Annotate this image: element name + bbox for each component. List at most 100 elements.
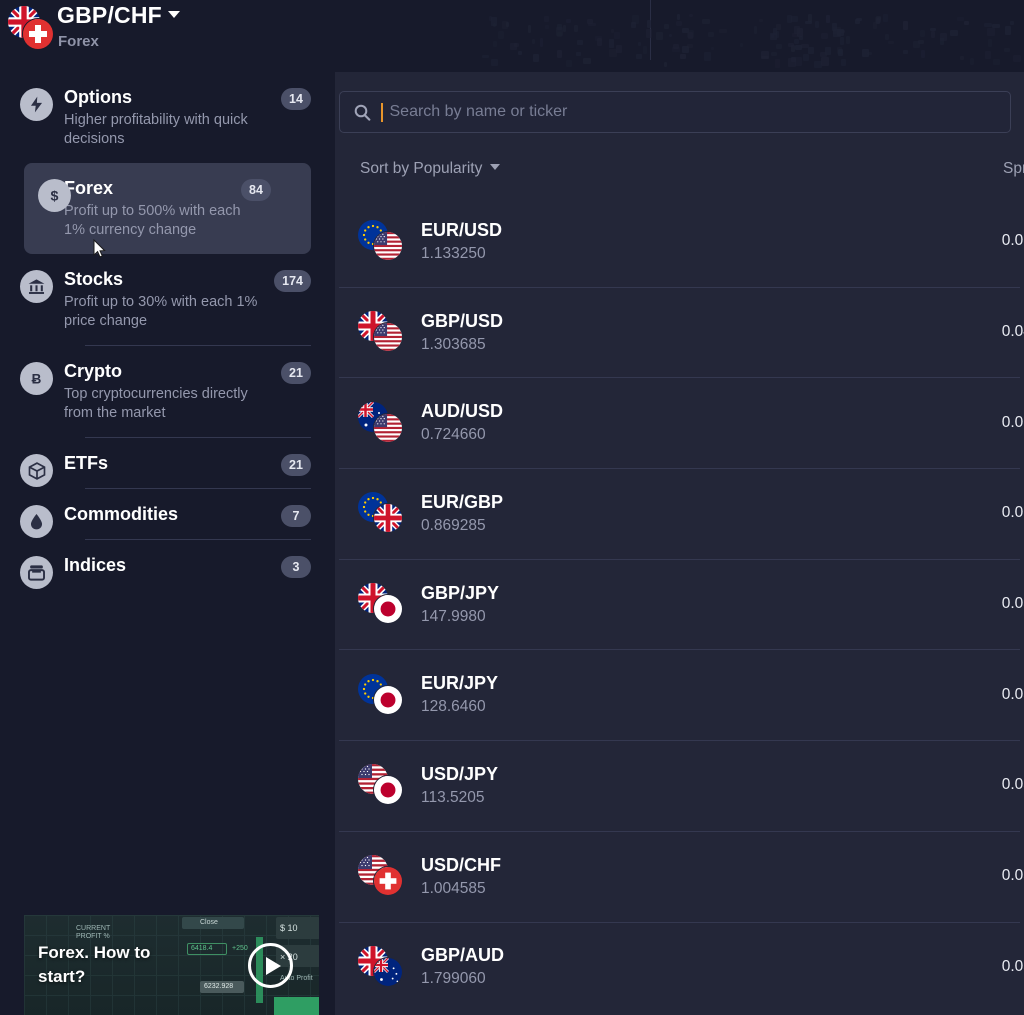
sidebar-item-indices[interactable]: Indices 3 (0, 540, 335, 590)
background-candle (808, 47, 814, 54)
sort-dropdown[interactable]: Sort by Popularity (360, 160, 501, 178)
background-candle (776, 44, 782, 49)
background-candle (964, 21, 969, 25)
table-row[interactable]: USD/CHF1.0045850.039%×1000−0.19% (335, 830, 1024, 922)
background-candle (960, 56, 964, 60)
asset-spread: 0.050% (1001, 957, 1024, 975)
sidebar-item-label: Indices (64, 555, 127, 575)
sidebar-item-description: Profit up to 500% with each 1% currency … (64, 203, 241, 238)
sidebar-item-count: 14 (281, 88, 311, 110)
asset-price: 147.9980 (421, 607, 486, 625)
background-candle (583, 58, 591, 64)
table-row[interactable]: GBP/JPY147.99800.059%×1000−0.12% (335, 558, 1024, 650)
background-candle (498, 31, 504, 39)
background-candle (803, 54, 809, 61)
search-icon (354, 104, 371, 121)
background-candle (985, 51, 991, 59)
sidebar-item-label: Options (64, 87, 132, 107)
asset-identity: USD/CHF 1.004585 (421, 854, 616, 899)
asset-price: 1.004585 (421, 879, 486, 897)
background-candle (647, 20, 651, 28)
table-row[interactable]: AUD/USD0.7246600.026%×300+0.36% (335, 377, 1024, 468)
background-candle (913, 41, 920, 48)
table-row[interactable]: USD/JPY113.52050.032%×300−0.35% (335, 740, 1024, 831)
background-candle (518, 51, 522, 55)
table-row[interactable]: EUR/USD1.1332500.028%×1000+0.22% (335, 196, 1024, 287)
background-candle (576, 52, 581, 56)
background-candle (787, 15, 792, 23)
sidebar-item-etfs[interactable]: ETFs 21 (0, 438, 335, 488)
column-header-spread[interactable]: Spread (963, 160, 1024, 178)
asset-flags (358, 855, 406, 897)
table-header: Sort by Popularity Spread Multipl. Chang… (335, 150, 1024, 196)
background-candle (482, 55, 489, 58)
cube-icon (20, 454, 53, 487)
background-candle (557, 32, 562, 37)
svg-text:Ƀ: Ƀ (32, 372, 42, 387)
background-candle (566, 60, 572, 67)
sidebar-item-label: Crypto (64, 361, 122, 381)
asset-identity: GBP/JPY 147.9980 (421, 582, 616, 627)
background-candle (719, 29, 727, 33)
background-candle (673, 44, 679, 49)
background-candle (903, 50, 908, 54)
assets-panel: Search by name or ticker Sort by Popular… (335, 72, 1024, 1015)
dollar-icon: $ (38, 179, 71, 212)
background-candle (815, 21, 819, 28)
background-candle (821, 33, 828, 39)
asset-identity: GBP/AUD 1.799060 (421, 944, 616, 989)
table-row[interactable]: EUR/JPY128.64600.037%×300−0.12% (335, 649, 1024, 740)
asset-flags (358, 492, 406, 534)
background-candle (489, 16, 492, 21)
asset-price: 113.5205 (421, 788, 485, 806)
play-icon[interactable] (248, 943, 293, 988)
table-row[interactable]: EUR/GBP0.8692850.063%×1000+0.00% (335, 468, 1024, 559)
asset-spread: 0.028% (1001, 232, 1024, 250)
promo-video-card[interactable]: Close CURRENT PROFIT % 6418.4 +250 6232.… (24, 915, 319, 1015)
sidebar-item-stocks[interactable]: Stocks Profit up to 30% with each 1% pric… (0, 254, 335, 345)
background-candle (609, 49, 617, 57)
asset-spread: 0.026% (1001, 413, 1024, 431)
background-candle (754, 26, 757, 34)
background-candle (563, 25, 566, 32)
background-candle (577, 40, 583, 45)
bolt-icon (20, 88, 53, 121)
promo-amount-label: $ 10 (280, 923, 298, 933)
promo-close-label: Close (200, 919, 218, 926)
background-candle (631, 22, 636, 28)
sidebar-item-count: 21 (281, 454, 311, 476)
background-candle (646, 29, 652, 38)
promo-price-value: 6232.928 (204, 983, 234, 990)
asset-flags (358, 583, 406, 625)
asset-ticker: USD/CHF (421, 854, 501, 875)
asset-spread: 0.059% (1001, 595, 1024, 613)
instrument-name: GBP/CHF (57, 2, 162, 28)
sidebar-item-options[interactable]: Options Higher profitability with quick d… (0, 72, 335, 163)
asset-ticker: EUR/GBP (421, 491, 504, 512)
asset-flags (358, 673, 406, 716)
background-candle (689, 14, 693, 17)
search-input[interactable]: Search by name or ticker (339, 91, 1011, 133)
asset-flags (358, 401, 406, 444)
table-row[interactable]: GBP/USD1.3036850.043%×1000+0.22% (335, 286, 1024, 378)
background-candle (540, 38, 543, 47)
background-candle (805, 21, 812, 24)
flag-ch-icon (22, 18, 54, 50)
page-title[interactable]: GBP/CHF (57, 2, 180, 29)
background-candle (988, 39, 992, 47)
background-candle (950, 30, 958, 36)
instrument-header[interactable]: GBP/CHF Forex (0, 0, 385, 72)
sidebar-item-label: Commodities (64, 504, 179, 524)
sidebar-item-count: 174 (274, 270, 311, 292)
background-candle (841, 59, 846, 66)
caret-down-icon[interactable] (167, 11, 180, 19)
sidebar-item-forex[interactable]: $ Forex Profit up to 500% with each 1% cur… (24, 163, 311, 254)
sidebar-item-commodities[interactable]: Commodities 7 (0, 489, 335, 539)
sidebar-item-crypto[interactable]: Ƀ Crypto Top cryptocurrencies directly fro… (0, 346, 335, 437)
table-row[interactable]: GBP/AUD1.7990600.050%×200−0.13% (335, 921, 1024, 1013)
asset-spread: 0.039% (1001, 867, 1024, 885)
sidebar-item-count: 3 (281, 556, 311, 578)
asset-spread: 0.032% (1001, 776, 1024, 794)
background-candle (921, 50, 925, 58)
promo-takeprofit-pct: +250 (232, 945, 248, 952)
